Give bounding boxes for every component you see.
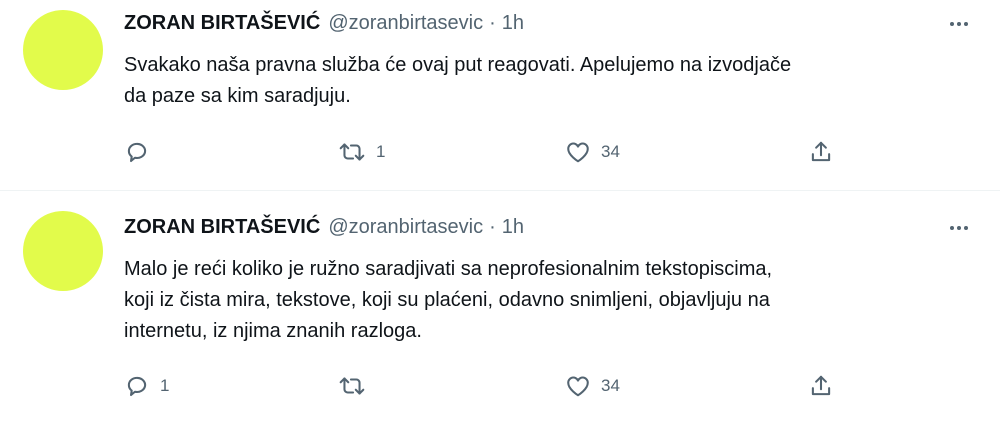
tweet-actions: 1 34 — [0, 371, 1000, 401]
share-icon — [811, 375, 831, 396]
timeline: ZORAN BIRTAŠEVIĆ @zoranbirtasevic · 1h S… — [0, 0, 1000, 423]
author-name[interactable]: ZORAN BIRTAŠEVIĆ — [124, 216, 320, 239]
timestamp[interactable]: 1h — [502, 216, 524, 239]
tweet-text-line: da paze sa kim saradjuju. — [124, 85, 351, 107]
tweet-header: ZORAN BIRTAŠEVIĆ @zoranbirtasevic · 1h — [124, 10, 524, 36]
like-button[interactable]: 34 — [565, 137, 620, 167]
retweet-count: 1 — [376, 142, 386, 161]
like-button[interactable]: 34 — [565, 371, 620, 401]
tweet-text: Malo je reći koliko je ružno saradjivati… — [124, 254, 974, 347]
like-count: 34 — [601, 376, 620, 395]
share-button[interactable] — [808, 371, 834, 401]
author-name[interactable]: ZORAN BIRTAŠEVIĆ — [124, 12, 320, 35]
reply-icon — [127, 142, 147, 163]
tweet[interactable]: ZORAN BIRTAŠEVIĆ @zoranbirtasevic · 1h S… — [0, 0, 1000, 191]
more-icon — [950, 226, 968, 230]
like-icon — [567, 142, 589, 163]
reply-button[interactable]: 1 — [124, 371, 169, 401]
tweet[interactable]: ZORAN BIRTAŠEVIĆ @zoranbirtasevic · 1h M… — [0, 191, 1000, 423]
more-icon — [950, 22, 968, 26]
separator-dot: · — [489, 11, 496, 34]
tweet-text: Svakako naša pravna služba će ovaj put r… — [124, 50, 974, 112]
timestamp[interactable]: 1h — [502, 12, 524, 35]
tweet-actions: 1 34 — [0, 137, 1000, 167]
more-options-button[interactable] — [944, 216, 974, 240]
avatar[interactable] — [23, 211, 103, 291]
like-count: 34 — [601, 142, 620, 161]
more-options-button[interactable] — [944, 12, 974, 36]
tweet-text-line: internetu, iz njima znanih razloga. — [124, 320, 422, 342]
author-handle[interactable]: @zoranbirtasevic — [328, 216, 483, 239]
author-handle[interactable]: @zoranbirtasevic — [328, 12, 483, 35]
tweet-text-line: Svakako naša pravna služba će ovaj put r… — [124, 54, 792, 76]
retweet-icon — [339, 143, 365, 161]
share-icon — [811, 141, 831, 162]
tweet-header: ZORAN BIRTAŠEVIĆ @zoranbirtasevic · 1h — [124, 214, 524, 240]
reply-count: 1 — [160, 376, 170, 395]
reply-button[interactable] — [124, 137, 160, 167]
like-icon — [567, 376, 589, 397]
tweet-text-line: Malo je reći koliko je ružno saradjivati… — [124, 258, 773, 280]
avatar[interactable] — [23, 10, 103, 90]
tweet-text-line: koji iz čista mira, tekstove, koji su pl… — [124, 289, 770, 311]
retweet-button[interactable]: 1 — [338, 137, 385, 167]
retweet-button[interactable] — [338, 371, 376, 401]
share-button[interactable] — [808, 137, 834, 167]
separator-dot: · — [489, 215, 496, 238]
reply-icon — [127, 376, 147, 397]
retweet-icon — [339, 377, 365, 395]
